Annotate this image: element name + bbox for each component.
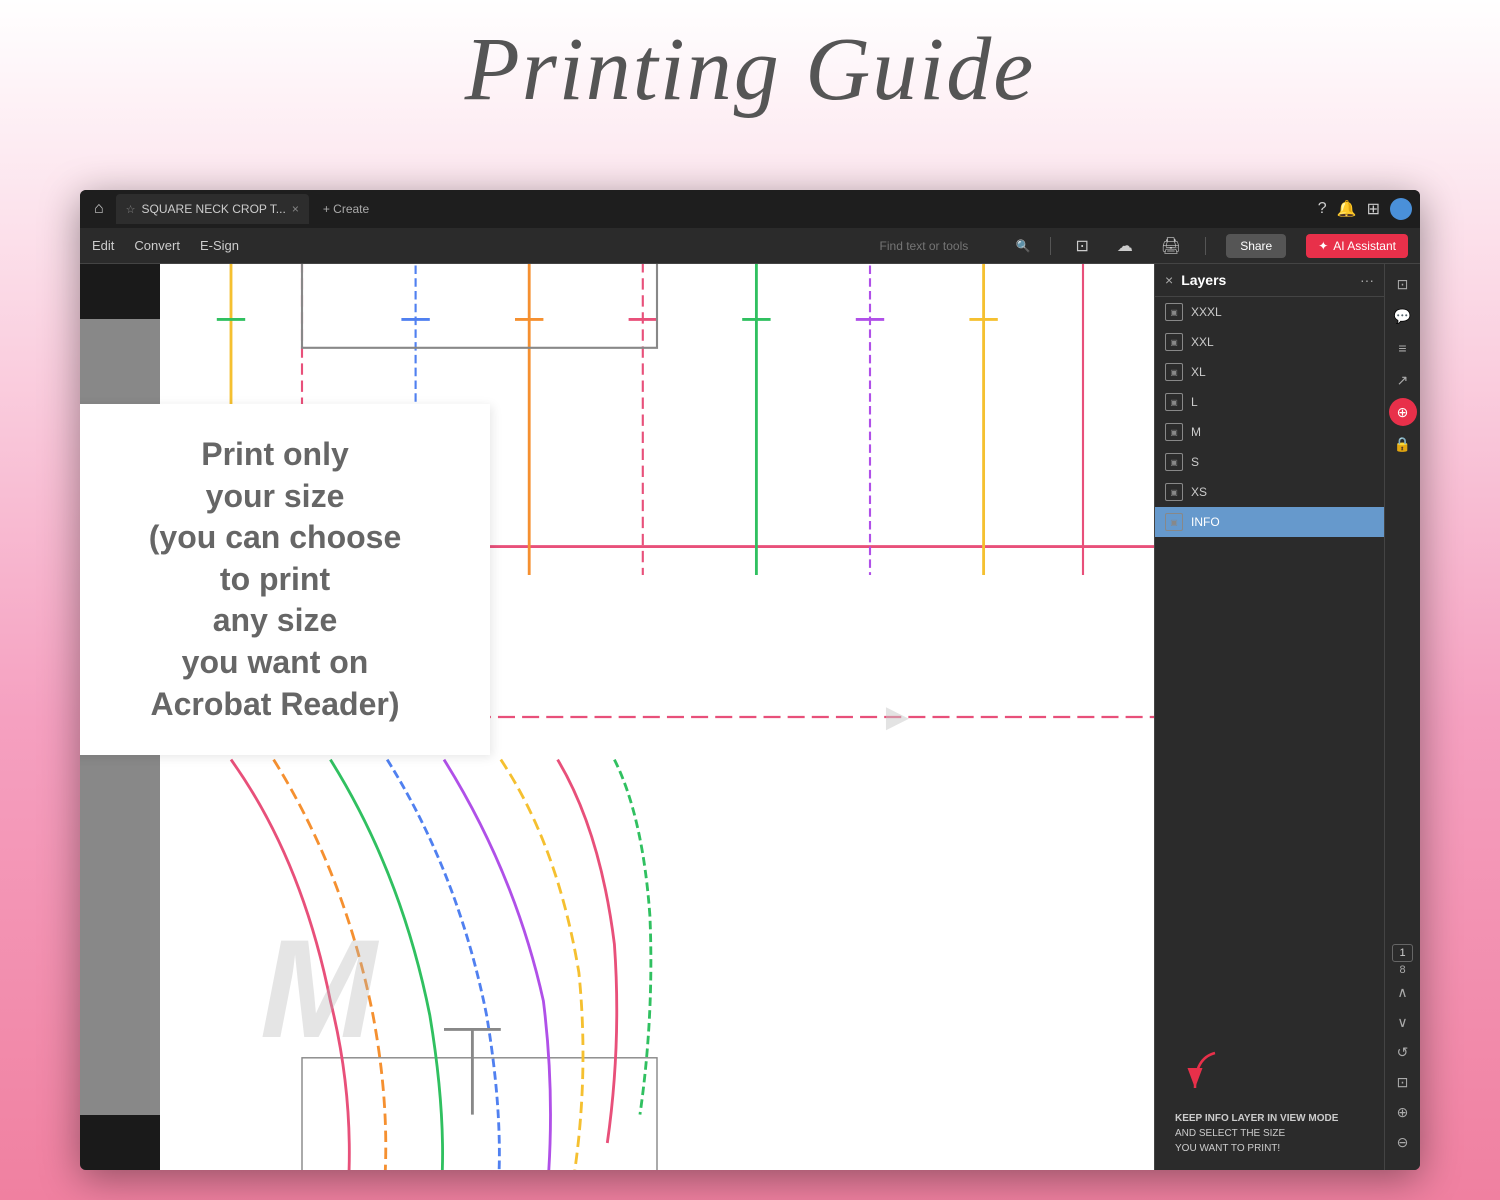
- annotation-arrow-container: [1185, 1048, 1374, 1103]
- annotation-area: KEEP INFO LAYER IN VIEW MODE AND SELECT …: [1155, 1042, 1384, 1170]
- share-button[interactable]: Share: [1226, 234, 1286, 258]
- cloud-icon[interactable]: ☁: [1113, 234, 1137, 258]
- search-area: 🔍: [880, 239, 1031, 253]
- layer-m[interactable]: ▣ M: [1155, 417, 1384, 447]
- layer-l[interactable]: ▣ L: [1155, 387, 1384, 417]
- layer-xxxl[interactable]: ▣ XXXL: [1155, 297, 1384, 327]
- zoom-in-icon[interactable]: ⊕: [1389, 1098, 1417, 1126]
- next-page-arrow[interactable]: ▶: [876, 690, 919, 745]
- layer-xxl[interactable]: ▣ XXL: [1155, 327, 1384, 357]
- instruction-card: Print only your size (you can choose to …: [80, 404, 490, 755]
- menu-convert[interactable]: Convert: [134, 238, 180, 253]
- print-icon[interactable]: 🖨: [1157, 234, 1185, 258]
- user-avatar[interactable]: [1390, 198, 1412, 220]
- layer-visibility-icon: ▣: [1165, 363, 1183, 381]
- close-tab-icon[interactable]: ×: [292, 202, 299, 216]
- upload-icon[interactable]: ⊡: [1071, 234, 1092, 258]
- tab-bar: ⌂ ☆ SQUARE NECK CROP T... × + Create ? 🔔…: [80, 190, 1420, 228]
- page-navigation: 1 8 ∧ ∨ ↺ ⊡ ⊕ ⊖: [1389, 944, 1417, 1164]
- layer-visibility-icon: ▣: [1165, 483, 1183, 501]
- layer-visibility-icon: ▣: [1165, 393, 1183, 411]
- tool-export-icon[interactable]: ↗: [1389, 366, 1417, 394]
- more-options-button[interactable]: ···: [1360, 272, 1374, 288]
- current-page-number: 1: [1392, 944, 1412, 962]
- layer-s[interactable]: ▣ S: [1155, 447, 1384, 477]
- red-arrow: [1185, 1048, 1235, 1098]
- tab-title: SQUARE NECK CROP T...: [142, 202, 286, 216]
- menu-divider-2: [1205, 237, 1206, 255]
- page-export-icon[interactable]: ⊡: [1389, 1068, 1417, 1096]
- layer-visibility-icon: ▣: [1165, 513, 1183, 531]
- layer-info[interactable]: ▣ INFO: [1155, 507, 1384, 537]
- page-down-icon[interactable]: ∨: [1389, 1008, 1417, 1036]
- layer-xl[interactable]: ▣ XL: [1155, 357, 1384, 387]
- tab-right-icons: ? 🔔 ⊞: [1318, 198, 1412, 220]
- ai-assistant-button[interactable]: ✦ AI Assistant: [1306, 234, 1408, 258]
- bell-icon[interactable]: 🔔: [1337, 199, 1357, 219]
- refresh-icon[interactable]: ↺: [1389, 1038, 1417, 1066]
- menu-divider-1: [1050, 237, 1051, 255]
- page-background: Printing Guide ⌂ ☆ SQUARE NECK CROP T...…: [0, 0, 1500, 131]
- layers-panel-title: Layers: [1181, 272, 1360, 288]
- tool-list-icon[interactable]: ≡: [1389, 334, 1417, 362]
- total-pages: 8: [1399, 964, 1405, 976]
- document-tab[interactable]: ☆ SQUARE NECK CROP T... ×: [116, 194, 309, 224]
- search-input[interactable]: [880, 239, 1010, 253]
- menu-edit[interactable]: Edit: [92, 238, 114, 253]
- page-title-area: Printing Guide: [0, 0, 1500, 131]
- layers-list: ▣ XXXL ▣ XXL ▣ XL ▣ L: [1155, 297, 1384, 1042]
- layer-visibility-icon: ▣: [1165, 333, 1183, 351]
- tool-layers-icon[interactable]: ⊕: [1389, 398, 1417, 426]
- right-icon-bar: ⊡ 💬 ≡ ↗ ⊕ 🔒 1 8 ∧ ∨ ↺ ⊡ ⊕ ⊖: [1384, 264, 1420, 1170]
- page-title: Printing Guide: [465, 20, 1035, 119]
- help-icon[interactable]: ?: [1318, 200, 1327, 218]
- create-button[interactable]: + Create: [315, 198, 377, 220]
- favorite-icon: ☆: [126, 203, 136, 216]
- layer-xs[interactable]: ▣ XS: [1155, 477, 1384, 507]
- grid-icon[interactable]: ⊞: [1367, 199, 1380, 219]
- layers-panel-header: × Layers ···: [1155, 264, 1384, 297]
- app-window: ⌂ ☆ SQUARE NECK CROP T... × + Create ? 🔔…: [80, 190, 1420, 1170]
- tool-pages-icon[interactable]: ⊡: [1389, 270, 1417, 298]
- ai-icon: ✦: [1318, 239, 1328, 253]
- main-area: M Print only your size (you can choose t…: [80, 264, 1420, 1170]
- page-up-icon[interactable]: ∧: [1389, 978, 1417, 1006]
- tool-comment-icon[interactable]: 💬: [1389, 302, 1417, 330]
- zoom-out-icon[interactable]: ⊖: [1389, 1128, 1417, 1156]
- menu-bar: Edit Convert E-Sign 🔍 ⊡ ☁ 🖨 Share ✦ AI A…: [80, 228, 1420, 264]
- tool-lock-icon[interactable]: 🔒: [1389, 430, 1417, 458]
- menu-esign[interactable]: E-Sign: [200, 238, 239, 253]
- instruction-text: Print only your size (you can choose to …: [90, 434, 460, 725]
- home-button[interactable]: ⌂: [88, 196, 110, 222]
- layer-visibility-icon: ▣: [1165, 303, 1183, 321]
- close-layers-button[interactable]: ×: [1165, 272, 1173, 288]
- layer-visibility-icon: ▣: [1165, 423, 1183, 441]
- layer-visibility-icon: ▣: [1165, 453, 1183, 471]
- search-icon: 🔍: [1016, 239, 1031, 253]
- document-canvas[interactable]: M Print only your size (you can choose t…: [80, 264, 1154, 1170]
- info-note: KEEP INFO LAYER IN VIEW MODE AND SELECT …: [1165, 1103, 1374, 1170]
- layers-panel: × Layers ··· ▣ XXXL ▣ XXL ▣ XL: [1154, 264, 1384, 1170]
